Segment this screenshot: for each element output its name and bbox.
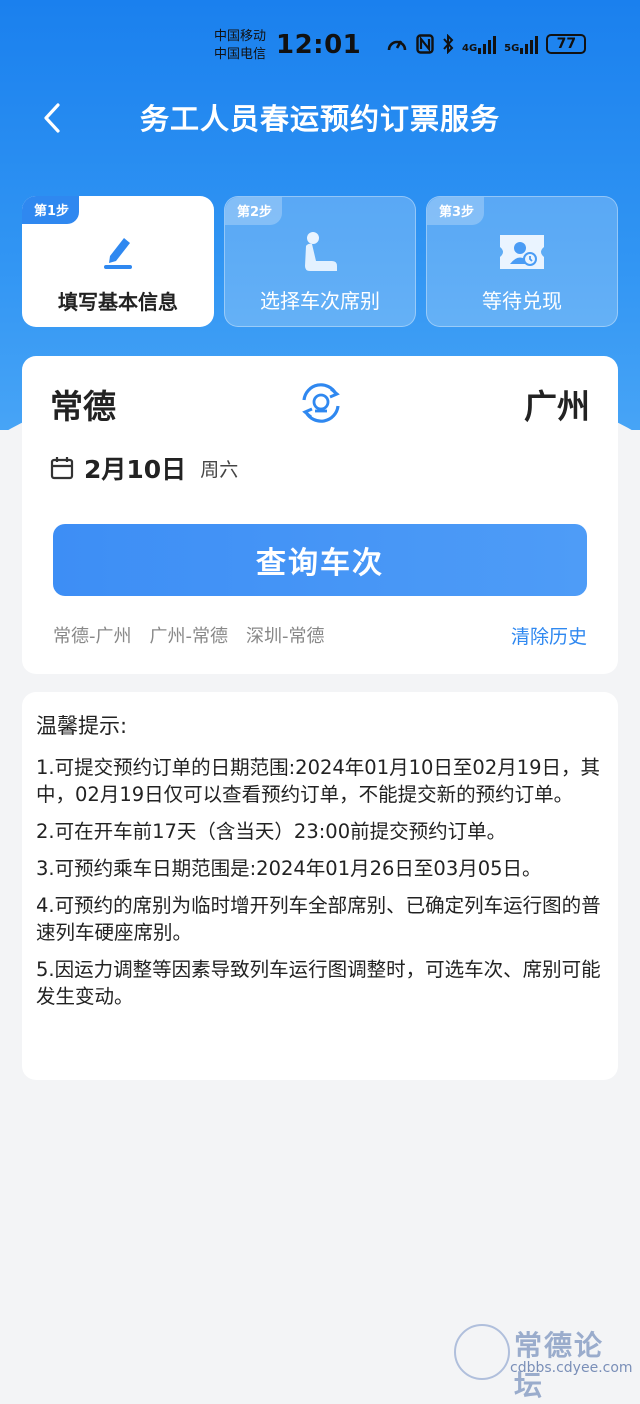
- speed-icon: [387, 40, 407, 51]
- step-3-label: 等待兑现: [482, 289, 562, 313]
- clear-history-link[interactable]: 清除历史: [511, 622, 587, 649]
- carrier-1: 中国移动: [214, 29, 267, 44]
- signal-bars-1-icon: [478, 34, 497, 54]
- seat-icon: [305, 232, 337, 271]
- step-1-badge: 第1步: [22, 196, 80, 224]
- bluetooth-icon: [443, 34, 454, 54]
- tip-item: 5.因运力调整等因素导致列车运行图调整时，可选车次、席别可能发生变动。: [36, 958, 601, 1008]
- tips-title: 温馨提示:: [36, 714, 128, 738]
- network-type-1: 4G: [462, 43, 478, 54]
- tip-item: 1.可提交预约订单的日期范围:2024年01月10日至02月19日，其中，02月…: [36, 756, 601, 806]
- query-trains-button[interactable]: 查询车次: [53, 524, 587, 596]
- search-card: 常德 广州 2月10日 周六 查询车次 常德-广州 广州-常德 深圳-常德 清除…: [22, 356, 618, 674]
- status-icons: 4G 5G 77: [386, 34, 587, 54]
- nfc-icon: [416, 34, 434, 54]
- signal-bars-2-icon: [520, 34, 539, 54]
- search-history: 常德-广州 广州-常德 深圳-常德: [53, 622, 325, 648]
- calendar-icon: [50, 457, 74, 480]
- step-1-label: 填写基本信息: [58, 290, 178, 314]
- history-item[interactable]: 常德-广州: [53, 622, 132, 648]
- watermark-url: cdbbs.cdyee.com: [510, 1360, 633, 1376]
- step-indicator: 第1步 填写基本信息 第2步 选择车次席别 第3步 等待兑现: [22, 196, 618, 327]
- tip-item: 2.可在开车前17天（含当天）23:00前提交预约订单。: [36, 820, 507, 843]
- tip-item: 4.可预约的席别为临时增开列车全部席别、已确定列车运行图的普速列车硬座席别。: [36, 894, 601, 944]
- swap-stations-button[interactable]: [298, 380, 344, 426]
- carrier-info: 中国移动 中国电信: [214, 28, 266, 64]
- status-bar: 中国移动 中国电信 12:01 4G 5G 77: [0, 26, 640, 70]
- travel-date: 2月10日: [84, 455, 187, 484]
- history-item[interactable]: 广州-常德: [150, 622, 229, 648]
- battery-indicator: 77: [546, 34, 587, 54]
- pen-icon: [104, 238, 132, 269]
- tip-item: 3.可预约乘车日期范围是:2024年01月26日至03月05日。: [36, 857, 542, 880]
- step-1: 第1步 填写基本信息: [22, 196, 214, 327]
- step-3-badge: 第3步: [427, 197, 485, 225]
- tips-card: 温馨提示: 1.可提交预约订单的日期范围:2024年01月10日至02月19日，…: [22, 692, 618, 1080]
- step-2-label: 选择车次席别: [260, 289, 380, 313]
- carrier-2: 中国电信: [214, 47, 267, 62]
- step-3: 第3步 等待兑现: [426, 196, 618, 327]
- step-2: 第2步 选择车次席别: [224, 196, 416, 327]
- forum-watermark: 常德论坛 cdbbs.cdyee.com: [452, 1322, 633, 1402]
- watermark-seal-icon: [454, 1324, 510, 1380]
- swap-icon: [302, 383, 340, 423]
- status-time: 12:01: [276, 30, 362, 60]
- date-selector[interactable]: 2月10日 周六: [50, 450, 238, 486]
- travel-weekday: 周六: [200, 458, 239, 481]
- arrival-station[interactable]: 广州: [524, 380, 590, 428]
- network-type-2: 5G: [504, 43, 520, 54]
- history-item[interactable]: 深圳-常德: [246, 622, 325, 648]
- departure-station[interactable]: 常德: [50, 380, 116, 428]
- page-title: 务工人员春运预约订票服务: [139, 102, 500, 136]
- ticket-icon: [500, 235, 544, 269]
- step-2-badge: 第2步: [225, 197, 283, 225]
